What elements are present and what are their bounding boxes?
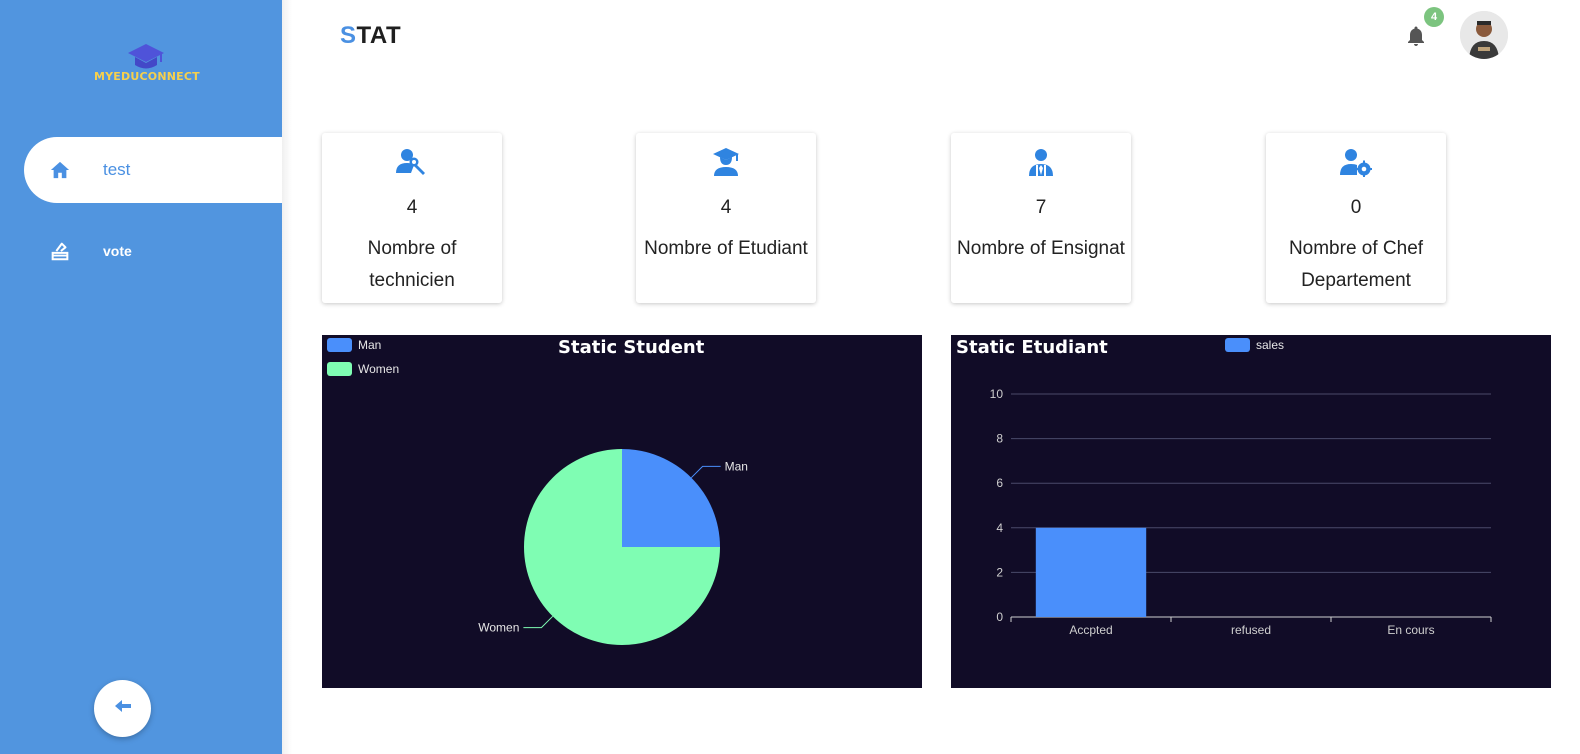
y-tick-label: 4: [996, 521, 1003, 535]
notification-badge: 4: [1424, 7, 1444, 27]
sidebar-item-vote[interactable]: vote: [24, 218, 282, 284]
y-tick-label: 0: [996, 610, 1003, 624]
bell-icon[interactable]: [1404, 24, 1428, 48]
legend-label: Women: [358, 362, 400, 376]
bar-accpted[interactable]: [1035, 527, 1147, 617]
stat-card-etudiant: 4 Nombre of Etudiant: [636, 133, 816, 303]
pie-chart-panel: Man Women Static Student Man Women: [322, 335, 922, 688]
chart-title: Static Student: [558, 337, 705, 358]
sidebar: MYEDUCONNECT test vote: [0, 0, 282, 754]
sidebar-item-test[interactable]: test: [24, 137, 282, 203]
stat-card-ensignat: 7 Nombre of Ensignat: [951, 133, 1131, 303]
stat-value: 0: [1350, 197, 1362, 218]
collapse-sidebar-button[interactable]: [94, 680, 151, 737]
sidebar-shadow: [282, 0, 292, 754]
pie-label-line: [690, 465, 721, 479]
legend-swatch: [327, 338, 352, 352]
technician-icon: [322, 147, 502, 177]
y-tick-label: 6: [996, 476, 1003, 490]
y-tick-label: 2: [996, 565, 1003, 579]
stat-label: Nombre of Etudiant: [644, 238, 808, 259]
stat-label: Nombre of technicien: [367, 238, 457, 291]
bar-chart-panel: 0 2 4 6 8 10 Accpted refused En cours Static Etu…: [951, 335, 1551, 688]
teacher-icon: [951, 147, 1131, 177]
arrow-left-icon: [114, 699, 132, 718]
y-tick-label: 10: [990, 387, 1004, 401]
x-tick-label: En cours: [1387, 623, 1434, 637]
legend-label: sales: [1256, 338, 1285, 352]
legend-swatch: [327, 362, 352, 376]
stat-value: 4: [406, 197, 418, 218]
stat-label: Nombre of Chef Departement: [1288, 238, 1424, 291]
avatar[interactable]: [1460, 11, 1508, 59]
pie-chart: Man Women: [478, 449, 748, 645]
y-tick-label: 8: [996, 432, 1003, 446]
legend-swatch: [1225, 338, 1250, 352]
legend-item[interactable]: Women: [327, 362, 399, 376]
pie-label-line: [523, 615, 554, 629]
brand-name: MYEDUCONNECT: [94, 70, 200, 83]
page-title: STAT: [340, 22, 402, 49]
pie-slice-label: Women: [478, 621, 519, 635]
home-icon: [48, 158, 72, 182]
brand-logo[interactable]: MYEDUCONNECT: [94, 42, 200, 86]
stat-value: 7: [1035, 197, 1047, 218]
sidebar-item-label: test: [103, 160, 131, 179]
stat-card-technicien: 4 Nombre of technicien: [322, 133, 502, 303]
x-tick-label: refused: [1231, 623, 1271, 637]
pie-slice-man[interactable]: [622, 449, 720, 547]
legend-item[interactable]: Man: [327, 338, 381, 352]
chart-title: Static Etudiant: [956, 337, 1108, 358]
graduation-cap-icon: [128, 44, 164, 69]
sidebar-item-label: vote: [103, 243, 132, 259]
stat-label: Nombre of Ensignat: [957, 238, 1125, 259]
legend-label: Man: [358, 338, 382, 352]
stat-value: 4: [720, 197, 732, 218]
student-icon: [636, 147, 816, 177]
pie-slice-label: Man: [725, 459, 748, 473]
x-tick-label: Accpted: [1069, 623, 1112, 637]
stat-card-chef-departement: 0 Nombre of Chef Departement: [1266, 133, 1446, 303]
legend-item[interactable]: sales: [1225, 338, 1284, 352]
bar-chart: 0 2 4 6 8 10 Accpted refused En cours: [990, 387, 1492, 637]
user-settings-icon: [1266, 147, 1446, 177]
ballot-box-icon: [48, 239, 72, 263]
